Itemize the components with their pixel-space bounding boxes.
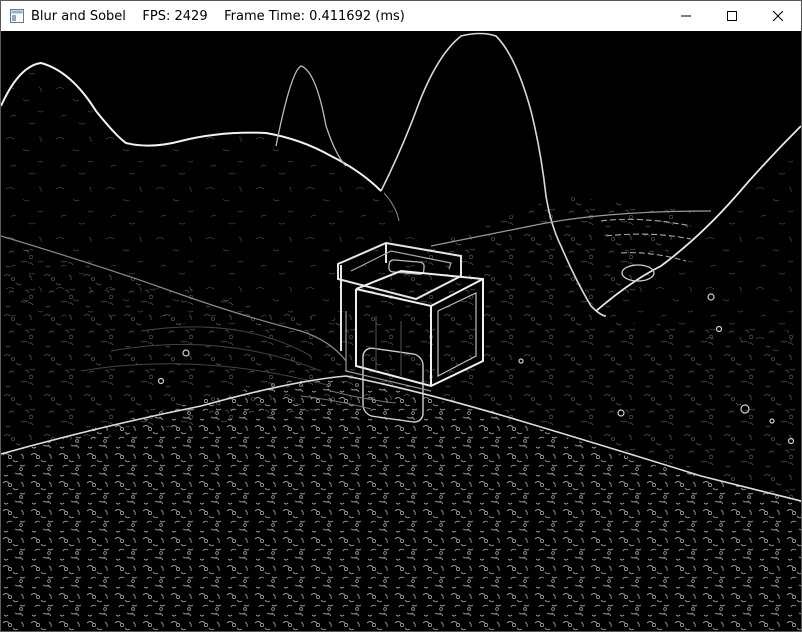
close-button[interactable] xyxy=(755,1,801,31)
sobel-scene xyxy=(1,31,801,631)
close-icon xyxy=(773,11,783,21)
maximize-icon xyxy=(727,11,737,21)
render-viewport[interactable] xyxy=(1,31,801,631)
minimize-icon xyxy=(681,15,691,17)
caption-buttons xyxy=(663,1,801,31)
minimize-button[interactable] xyxy=(663,1,709,31)
title-bar[interactable]: Blur and Sobel FPS: 2429 Frame Time: 0.4… xyxy=(1,1,801,31)
maximize-button[interactable] xyxy=(709,1,755,31)
window-title: Blur and Sobel FPS: 2429 Frame Time: 0.4… xyxy=(31,8,405,24)
app-window: Blur and Sobel FPS: 2429 Frame Time: 0.4… xyxy=(0,0,802,632)
app-window-icon xyxy=(9,8,25,24)
